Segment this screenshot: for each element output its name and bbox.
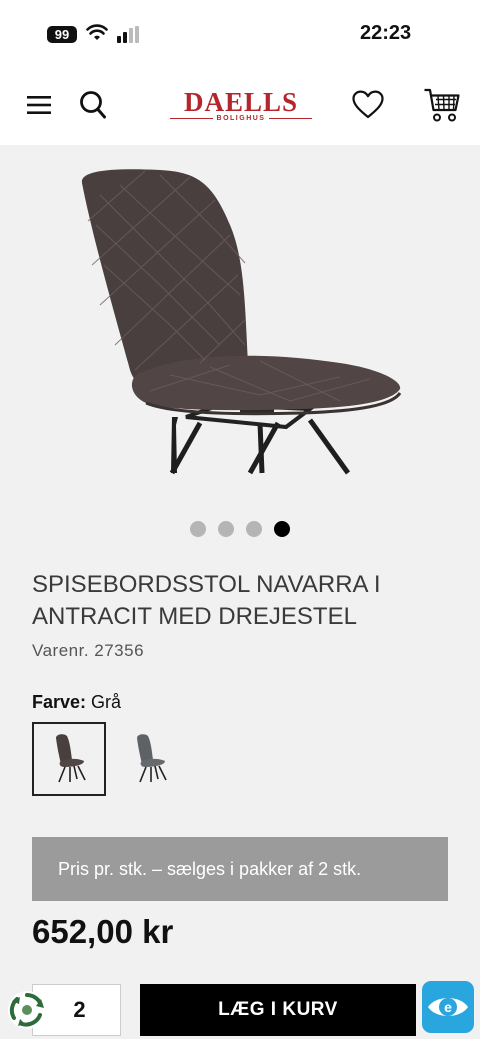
gallery-dot[interactable]	[246, 521, 262, 537]
wishlist-button[interactable]	[350, 88, 386, 122]
status-bar: 99 22:23	[0, 0, 480, 70]
battery-indicator: 99	[47, 26, 77, 43]
gallery-pagination	[0, 521, 480, 537]
status-time: 22:23	[360, 22, 412, 44]
site-logo[interactable]: DAELLS BOLIGHUS	[170, 87, 313, 127]
recycle-badge[interactable]	[8, 991, 46, 1029]
variant-swatch[interactable]	[117, 722, 191, 796]
recycle-icon	[9, 993, 44, 1027]
pack-info-banner: Pris pr. stk. – sælges i pakker af 2 stk…	[32, 837, 448, 901]
menu-button[interactable]	[24, 90, 54, 120]
cellular-signal-icon	[117, 26, 139, 43]
product-sku: Varenr. 27356	[32, 641, 145, 660]
search-button[interactable]	[77, 88, 109, 122]
gallery-dot-active[interactable]	[274, 521, 290, 537]
e-maerket-icon: e	[428, 998, 468, 1016]
svg-text:e: e	[444, 999, 452, 1015]
product-image[interactable]	[40, 155, 440, 485]
color-value: Grå	[91, 692, 122, 712]
logo-tagline: BOLIGHUS	[216, 115, 266, 122]
e-maerket-badge[interactable]: e	[422, 981, 474, 1033]
chair-thumbnail	[137, 734, 167, 783]
search-icon	[80, 91, 106, 119]
cart-icon	[424, 88, 460, 122]
product-title: SPISEBORDSSTOL NAVARRA I ANTRACIT MED DR…	[32, 571, 381, 630]
site-header: DAELLS BOLIGHUS	[0, 70, 480, 145]
add-to-cart-button[interactable]: LÆG I KURV	[140, 984, 416, 1036]
product-price: 652,00 kr	[32, 913, 174, 950]
color-label: Farve:	[32, 692, 87, 712]
chair-thumbnail	[56, 734, 86, 783]
product-page: SPISEBORDSSTOL NAVARRA I ANTRACIT MED DR…	[0, 145, 480, 1039]
cart-button[interactable]	[422, 86, 462, 124]
menu-icon	[27, 96, 51, 114]
pack-info-text: Pris pr. stk. – sælges i pakker af 2 stk…	[58, 858, 362, 879]
heart-icon	[352, 90, 384, 119]
color-selector-label: Farve: Grå	[32, 692, 121, 713]
wifi-icon	[86, 24, 108, 40]
gallery-dot[interactable]	[218, 521, 234, 537]
gallery-dot[interactable]	[190, 521, 206, 537]
variant-swatch-selected[interactable]	[32, 722, 106, 796]
logo-wordmark: DAELLS	[183, 87, 299, 117]
